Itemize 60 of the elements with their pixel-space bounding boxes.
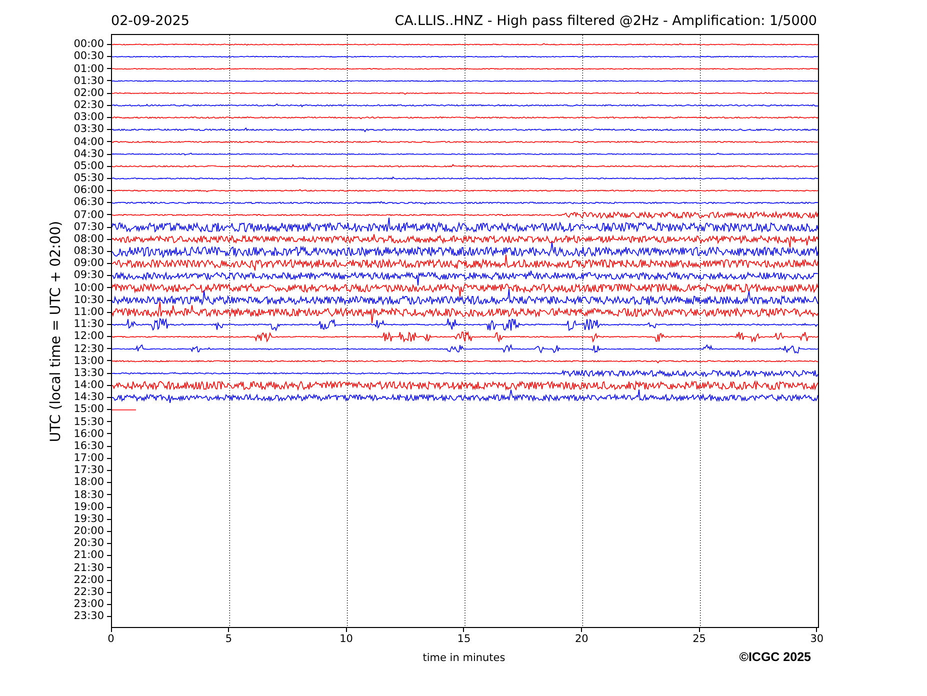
- x-tick-label: 30: [810, 634, 824, 644]
- y-tick-label: 01:00: [74, 64, 104, 74]
- y-tick-label: 18:00: [74, 477, 104, 488]
- y-tick-label: 14:30: [74, 392, 104, 403]
- y-tick-label: 06:00: [74, 185, 104, 196]
- x-tick-label: 15: [457, 634, 471, 644]
- y-tick-label: 19:00: [74, 502, 104, 512]
- x-tick-label: 10: [340, 634, 353, 644]
- y-axis-label: UTC (local time = UTC + 02:00): [48, 220, 66, 442]
- y-tick-label: 17:30: [74, 465, 104, 476]
- y-tick-label: 03:00: [74, 112, 104, 123]
- y-tick-label: 05:00: [74, 160, 104, 172]
- y-tick-label: 23:00: [74, 599, 104, 610]
- y-tick-label: 22:30: [74, 586, 104, 598]
- y-tick-label: 08:00: [74, 234, 104, 244]
- y-tick-label: 09:30: [74, 270, 104, 281]
- y-tick-label: 04:30: [74, 148, 104, 160]
- y-tick-label: 16:30: [74, 440, 104, 452]
- y-tick-label: 13:00: [74, 356, 104, 366]
- y-tick-label: 11:30: [74, 319, 104, 330]
- x-axis-label: time in minutes: [422, 650, 506, 666]
- y-tick-label: 12:00: [74, 331, 104, 342]
- y-tick-label: 21:00: [74, 550, 104, 561]
- y-tick-label: 10:30: [74, 294, 104, 306]
- y-tick-label: 19:30: [74, 514, 104, 524]
- x-tick-label: 25: [692, 634, 706, 644]
- y-tick-label: 01:30: [74, 76, 104, 86]
- y-tick-label: 21:30: [74, 562, 104, 574]
- y-tick-label: 16:00: [74, 428, 104, 440]
- copyright: ©ICGC 2025: [738, 648, 812, 666]
- y-tick-label: 11:00: [74, 307, 104, 318]
- y-tick-label: 20:30: [74, 538, 104, 549]
- y-tick-label: 23:30: [74, 611, 104, 622]
- x-tick-label: 5: [225, 634, 232, 644]
- y-tick-label: 20:00: [74, 526, 104, 537]
- y-tick-label: 04:00: [74, 136, 104, 148]
- y-tick-label: 05:30: [74, 173, 104, 184]
- y-tick-label: 00:00: [74, 39, 104, 50]
- x-tick-label: 20: [574, 634, 588, 644]
- y-tick-label: 18:30: [74, 490, 104, 500]
- y-tick-label: 07:30: [74, 222, 104, 232]
- y-tick-label: 09:00: [74, 258, 104, 269]
- y-tick-label: 12:30: [74, 344, 104, 354]
- y-tick-label: 02:30: [74, 100, 104, 111]
- chart-title: CA.LLIS..HNZ - High pass filtered @2Hz - Amplification: 1/5000: [394, 12, 817, 31]
- y-tick-label: 15:00: [74, 404, 104, 415]
- x-tick-label: 0: [108, 634, 114, 644]
- chart-date: 02-09-2025: [111, 12, 190, 31]
- y-tick-label: 06:30: [74, 197, 104, 208]
- y-tick-label: 00:30: [74, 51, 104, 62]
- y-tick-label: 14:00: [74, 380, 104, 391]
- y-tick-label: 13:30: [74, 368, 104, 378]
- y-tick-label: 02:00: [74, 88, 104, 98]
- y-tick-label: 03:30: [74, 124, 104, 135]
- y-tick-label: 15:30: [74, 416, 104, 428]
- y-tick-label: 17:00: [74, 453, 104, 464]
- y-tick-label: 10:00: [74, 282, 104, 294]
- y-tick-label: 22:00: [74, 574, 104, 586]
- y-tick-label: 08:30: [74, 246, 104, 257]
- y-tick-label: 07:00: [74, 210, 104, 220]
